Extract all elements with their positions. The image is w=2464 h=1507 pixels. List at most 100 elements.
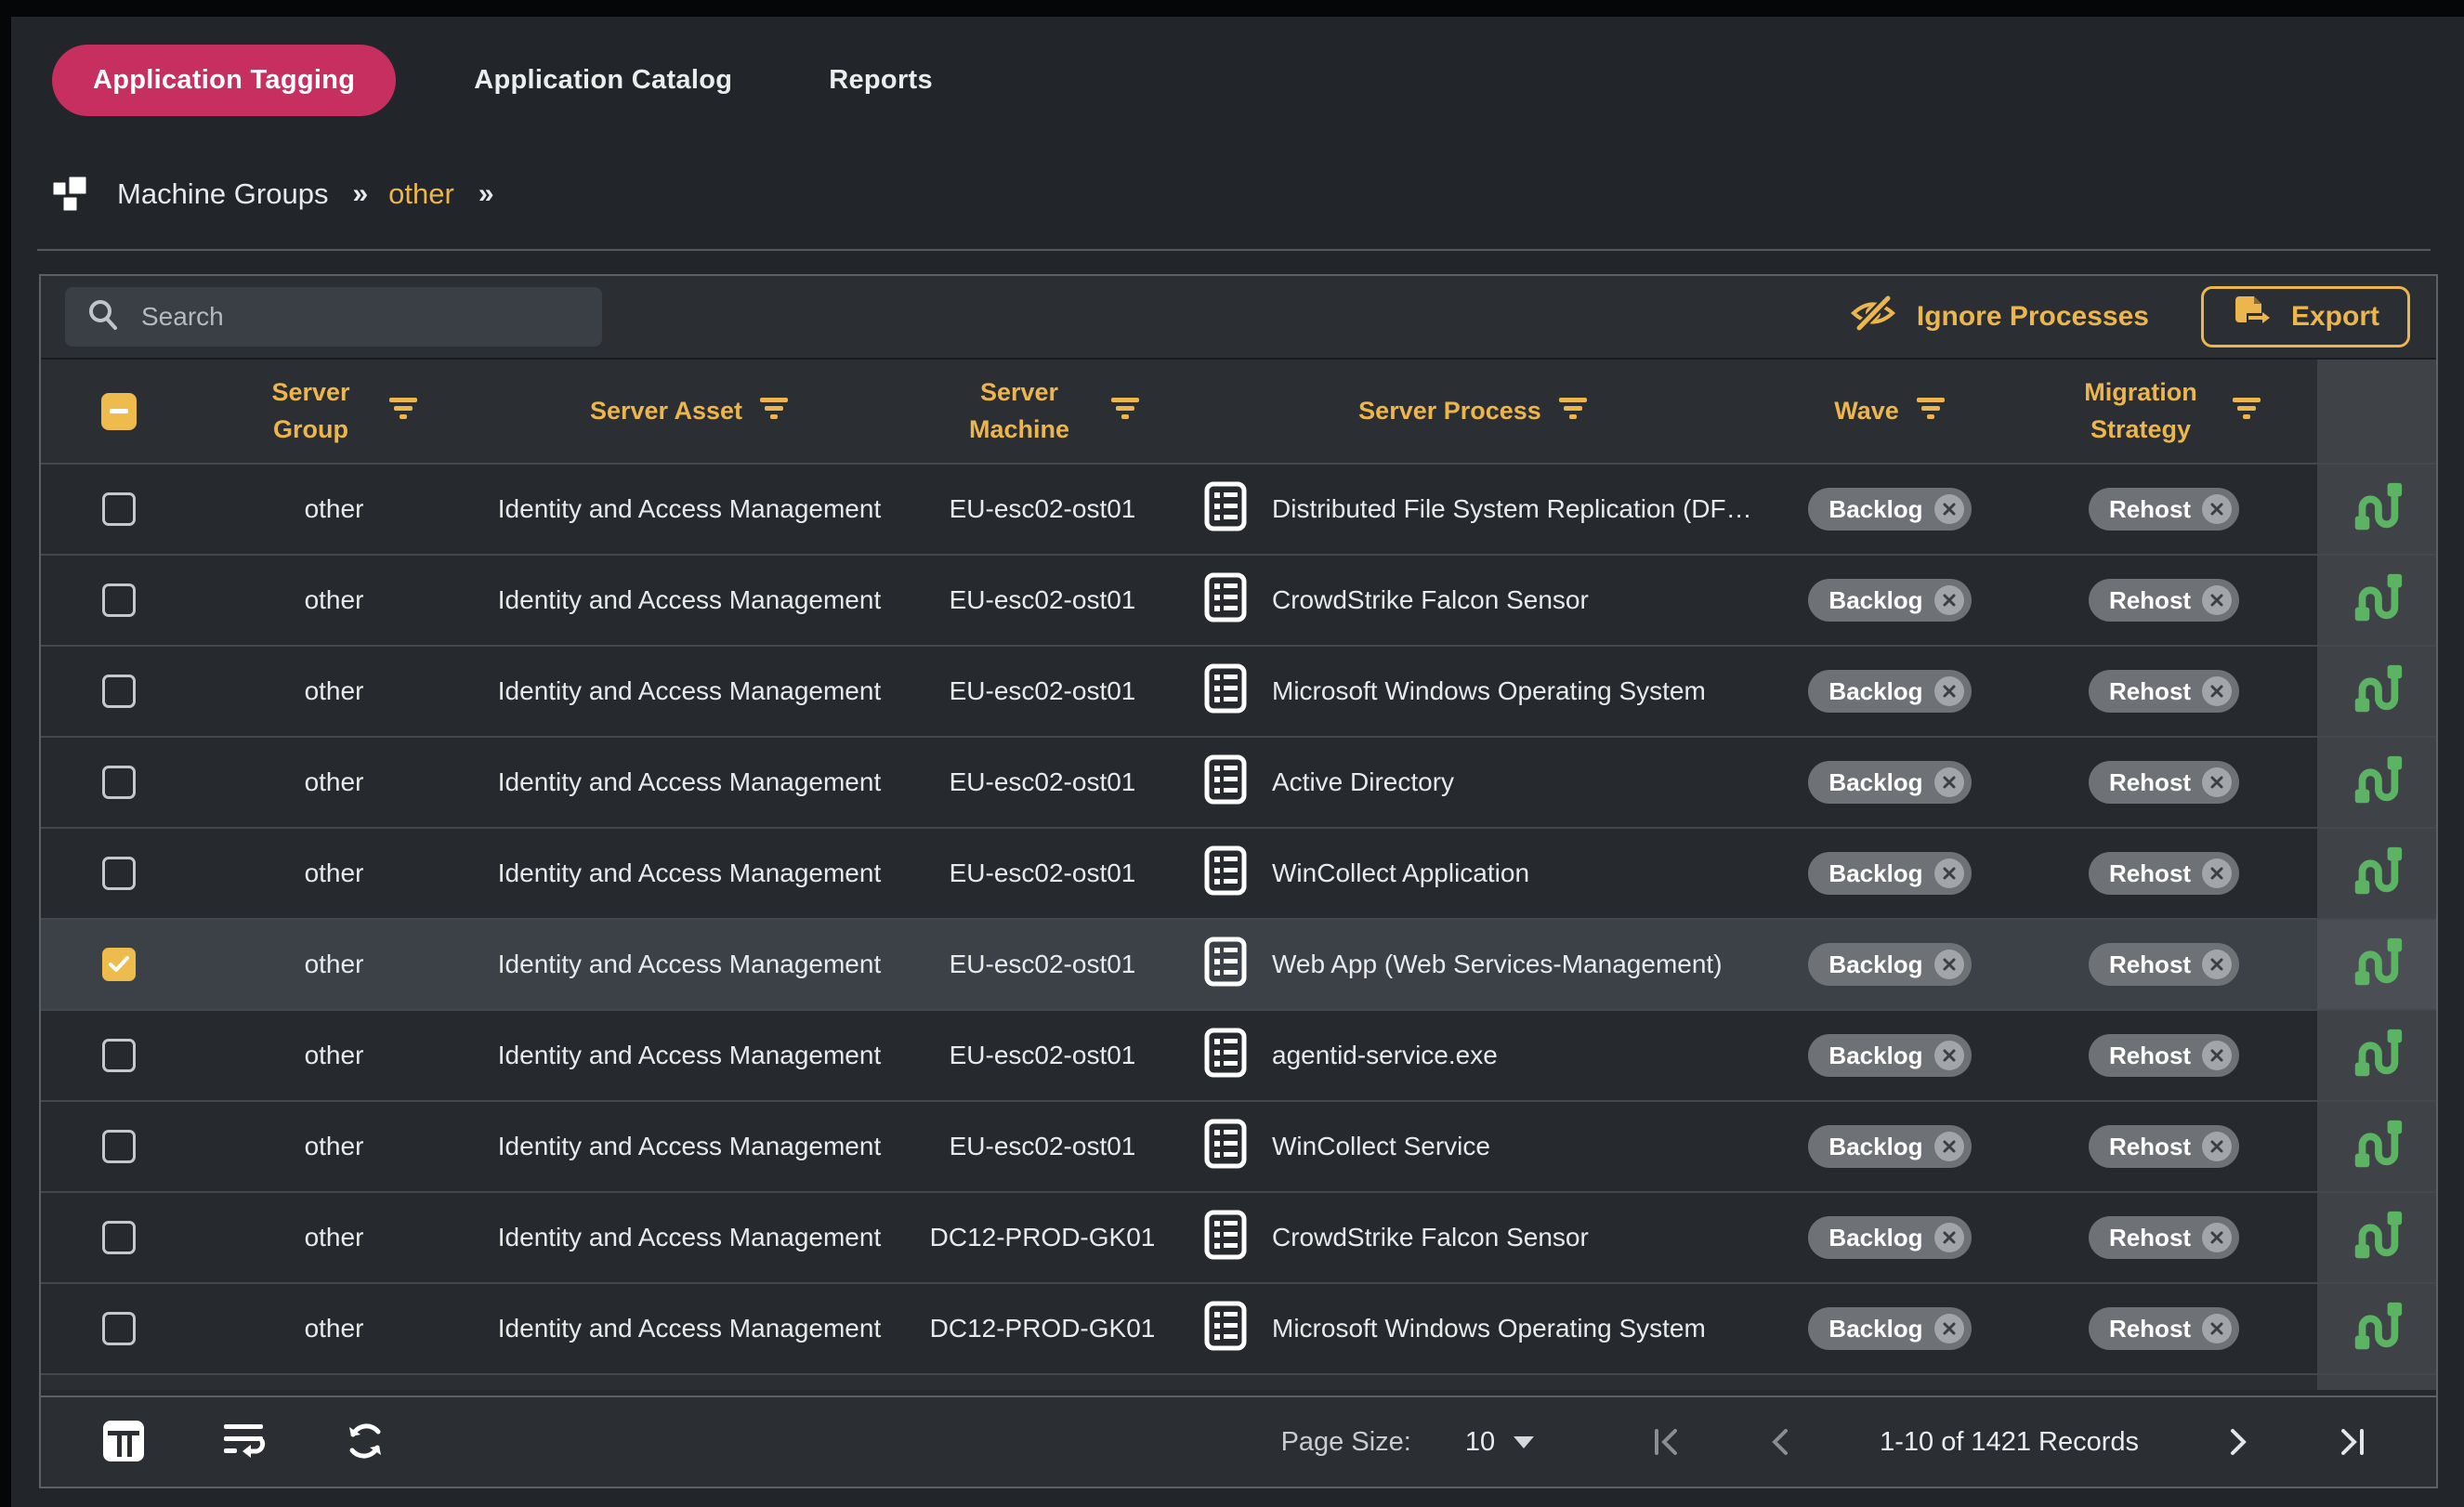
breadcrumb-machine-groups[interactable]: Machine Groups (117, 177, 328, 211)
row-checkbox[interactable] (102, 1039, 136, 1072)
migration-strategy-chip[interactable]: Rehost (2089, 488, 2239, 531)
row-checkbox[interactable] (102, 948, 136, 981)
remove-tag-icon[interactable] (1934, 1314, 1964, 1343)
tab-application-catalog[interactable]: Application Catalog (455, 45, 751, 116)
server-process-cell: CrowdStrike Falcon Sensor (1272, 1223, 1589, 1252)
filter-icon[interactable] (388, 396, 418, 426)
column-header-wave[interactable]: Wave (1769, 393, 2011, 429)
search-input[interactable] (141, 302, 582, 332)
filter-icon[interactable] (1916, 396, 1946, 426)
column-header-server-group[interactable]: Server Group (197, 374, 471, 447)
first-page-button[interactable] (1653, 1426, 1681, 1458)
connections-icon[interactable] (2348, 660, 2405, 724)
ignore-processes-button[interactable]: Ignore Processes (1850, 294, 2149, 340)
tab-application-tagging[interactable]: Application Tagging (52, 45, 396, 116)
export-label: Export (2291, 301, 2379, 333)
row-checkbox[interactable] (102, 1312, 136, 1345)
remove-tag-icon[interactable] (1934, 1223, 1964, 1252)
remove-tag-icon[interactable] (2202, 950, 2232, 979)
remove-tag-icon[interactable] (2202, 676, 2232, 706)
connections-icon[interactable] (2348, 751, 2405, 815)
page-size-select[interactable]: 10 (1465, 1427, 1534, 1458)
remove-tag-icon[interactable] (2202, 1314, 2232, 1343)
migration-strategy-chip[interactable]: Rehost (2089, 670, 2239, 713)
row-checkbox[interactable] (102, 492, 136, 526)
remove-tag-icon[interactable] (1934, 1132, 1964, 1161)
server-asset-cell: Identity and Access Management (498, 767, 881, 797)
row-checkbox[interactable] (102, 1221, 136, 1254)
server-machine-cell: EU-esc02-ost01 (950, 950, 1136, 979)
remove-tag-icon[interactable] (1934, 858, 1964, 888)
server-asset-cell: Identity and Access Management (498, 1223, 881, 1252)
connections-icon[interactable] (2348, 1206, 2405, 1270)
migration-strategy-chip[interactable]: Rehost (2089, 943, 2239, 986)
migration-strategy-chip[interactable]: Rehost (2089, 761, 2239, 804)
columns-button[interactable] (102, 1420, 145, 1465)
wave-chip[interactable]: Backlog (1808, 1125, 1971, 1168)
breadcrumb-other[interactable]: other (388, 177, 454, 211)
filter-icon[interactable] (1110, 396, 1140, 426)
table-row: other Identity and Access Management EU-… (41, 920, 2436, 1011)
connections-icon[interactable] (2348, 1024, 2405, 1088)
migration-strategy-chip[interactable]: Rehost (2089, 1034, 2239, 1077)
migration-strategy-chip[interactable]: Rehost (2089, 852, 2239, 895)
server-group-cell: other (305, 1132, 364, 1161)
select-all-checkbox[interactable] (101, 393, 137, 430)
remove-tag-icon[interactable] (2202, 1041, 2232, 1070)
column-header-server-process[interactable]: Server Process (1177, 393, 1769, 429)
row-checkbox[interactable] (102, 1130, 136, 1163)
remove-tag-icon[interactable] (2202, 1223, 2232, 1252)
connections-icon[interactable] (2348, 569, 2405, 633)
column-header-server-machine[interactable]: Server Machine (908, 374, 1177, 447)
row-checkbox[interactable] (102, 857, 136, 890)
next-page-button[interactable] (2228, 1426, 2248, 1458)
wave-chip[interactable]: Backlog (1808, 579, 1971, 622)
remove-tag-icon[interactable] (1934, 585, 1964, 615)
row-select-cell (41, 1221, 197, 1254)
tab-reports[interactable]: Reports (810, 45, 951, 116)
wave-chip[interactable]: Backlog (1808, 943, 1971, 986)
column-header-server-asset[interactable]: Server Asset (471, 393, 908, 429)
remove-tag-icon[interactable] (1934, 494, 1964, 524)
wave-chip[interactable]: Backlog (1808, 1216, 1971, 1259)
wave-chip[interactable]: Backlog (1808, 1034, 1971, 1077)
row-select-cell (41, 1039, 197, 1072)
search-box[interactable] (65, 287, 602, 347)
migration-strategy-chip[interactable]: Rehost (2089, 579, 2239, 622)
migration-strategy-chip[interactable]: Rehost (2089, 1125, 2239, 1168)
column-header-migration-strategy[interactable]: Migration Strategy (2011, 374, 2317, 447)
remove-tag-icon[interactable] (2202, 494, 2232, 524)
wave-chip[interactable]: Backlog (1808, 488, 1971, 531)
wrap-text-button[interactable] (223, 1422, 266, 1462)
wave-chip[interactable]: Backlog (1808, 852, 1971, 895)
previous-page-button[interactable] (1770, 1426, 1790, 1458)
remove-tag-icon[interactable] (1934, 950, 1964, 979)
export-button[interactable]: Export (2201, 286, 2410, 347)
row-checkbox[interactable] (102, 583, 136, 617)
remove-tag-icon[interactable] (2202, 1132, 2232, 1161)
remove-tag-icon[interactable] (1934, 676, 1964, 706)
remove-tag-icon[interactable] (1934, 1041, 1964, 1070)
connections-icon[interactable] (2348, 1297, 2405, 1361)
remove-tag-icon[interactable] (1934, 767, 1964, 797)
filter-icon[interactable] (2232, 396, 2261, 426)
connections-icon[interactable] (2348, 842, 2405, 906)
row-checkbox[interactable] (102, 766, 136, 799)
connections-icon[interactable] (2348, 478, 2405, 542)
connections-icon[interactable] (2348, 933, 2405, 997)
column-label: Migration Strategy (2066, 374, 2215, 447)
remove-tag-icon[interactable] (2202, 767, 2232, 797)
filter-icon[interactable] (1558, 396, 1588, 426)
refresh-button[interactable] (344, 1420, 387, 1465)
migration-strategy-chip[interactable]: Rehost (2089, 1216, 2239, 1259)
wave-chip[interactable]: Backlog (1808, 1307, 1971, 1350)
wave-chip[interactable]: Backlog (1808, 670, 1971, 713)
wave-chip[interactable]: Backlog (1808, 761, 1971, 804)
connections-icon[interactable] (2348, 1115, 2405, 1179)
last-page-button[interactable] (2338, 1426, 2366, 1458)
migration-strategy-chip[interactable]: Rehost (2089, 1307, 2239, 1350)
remove-tag-icon[interactable] (2202, 858, 2232, 888)
filter-icon[interactable] (759, 396, 789, 426)
row-checkbox[interactable] (102, 675, 136, 708)
remove-tag-icon[interactable] (2202, 585, 2232, 615)
